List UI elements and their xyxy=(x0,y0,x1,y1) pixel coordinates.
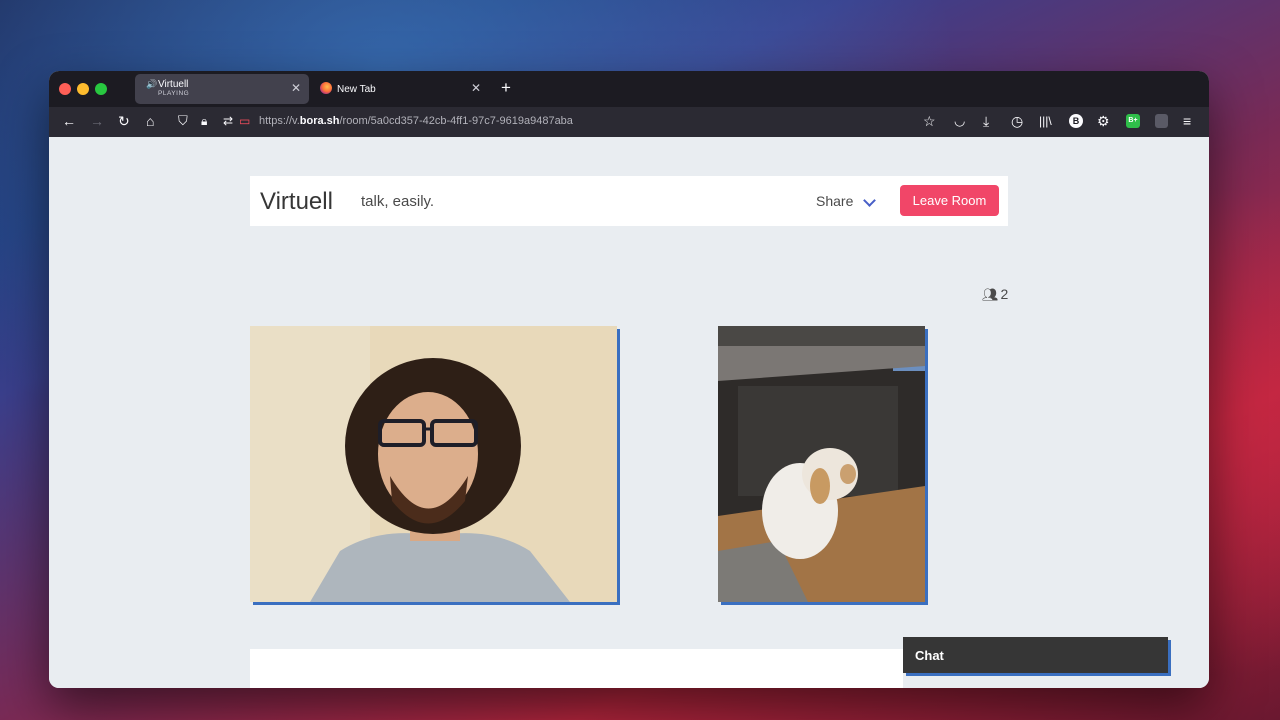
app-header: Virtuell talk, easily. Share Leave Room xyxy=(250,176,1008,226)
close-window-button[interactable] xyxy=(59,83,71,95)
lock-icon[interactable]: 🔒︎ xyxy=(201,113,207,129)
tracking-shield-icon[interactable]: ⛉ xyxy=(178,113,188,129)
zoom-window-button[interactable] xyxy=(95,83,107,95)
tab-title: New Tab xyxy=(337,84,376,95)
permissions-icon[interactable]: ⇄ xyxy=(223,113,233,129)
person-video-frame xyxy=(250,326,617,602)
leave-room-button[interactable]: Leave Room xyxy=(900,185,999,216)
library-icon[interactable]: |||\ xyxy=(1039,113,1052,129)
menu-icon[interactable]: ≡ xyxy=(1183,113,1191,129)
media-sharing-icon[interactable]: ▭ xyxy=(239,113,250,129)
remote-video[interactable] xyxy=(718,326,925,602)
bookmark-star-icon[interactable]: ☆ xyxy=(923,113,936,129)
rabbit-video-frame xyxy=(718,326,925,602)
chat-panel[interactable]: Chat xyxy=(903,637,1168,673)
back-icon[interactable]: ← xyxy=(62,113,76,129)
participant-count: 👥︎ 2 xyxy=(982,286,1008,303)
new-tab-button[interactable]: + xyxy=(501,78,511,98)
gear-icon[interactable]: ⚙ xyxy=(1097,113,1110,129)
close-tab-icon[interactable]: ✕ xyxy=(291,81,301,95)
brand-logo[interactable]: Virtuell xyxy=(260,188,333,216)
share-dropdown[interactable]: Share xyxy=(816,193,853,209)
tab-virtuell[interactable]: 🔊 Virtuell PLAYING ✕ xyxy=(135,74,309,104)
minimize-window-button[interactable] xyxy=(77,83,89,95)
tab-playing-label: PLAYING xyxy=(158,90,190,97)
tab-new-tab[interactable]: New Tab ✕ xyxy=(311,74,489,104)
tab-bar: 🔊 Virtuell PLAYING ✕ New Tab ✕ + xyxy=(49,71,1209,107)
chevron-down-icon[interactable] xyxy=(863,194,876,207)
pocket-icon[interactable]: ◡ xyxy=(954,113,965,129)
tagline: talk, easily. xyxy=(361,193,435,210)
lower-panel xyxy=(250,649,903,688)
forward-icon[interactable]: → xyxy=(90,113,104,129)
page-content: Virtuell talk, easily. Share Leave Room … xyxy=(49,137,1209,688)
local-video[interactable] xyxy=(250,326,617,602)
extension-shield-icon[interactable] xyxy=(1155,114,1168,128)
chat-title[interactable]: Chat xyxy=(915,648,944,663)
url-text[interactable]: https://v.bora.sh/room/5a0cd357-42cb-4ff… xyxy=(259,115,573,127)
browser-window: 🔊 Virtuell PLAYING ✕ New Tab ✕ + ← → ↻ ⌂… xyxy=(49,71,1209,688)
navigation-toolbar: ← → ↻ ⌂ ⛉ 🔒︎ ⇄ ▭ https://v.bora.sh/room/… xyxy=(49,107,1209,137)
tab-title: Virtuell xyxy=(158,79,189,90)
participant-count-value: 2 xyxy=(1000,286,1009,302)
downloads-icon[interactable]: ⤓ xyxy=(983,113,989,129)
home-icon[interactable]: ⌂ xyxy=(146,113,154,129)
speaker-icon[interactable]: 🔊 xyxy=(146,79,157,90)
firefox-icon xyxy=(320,82,332,94)
extension-green-icon[interactable]: B+ xyxy=(1126,114,1140,128)
reload-icon[interactable]: ↻ xyxy=(118,113,130,129)
users-icon: 👥︎ xyxy=(982,287,999,302)
close-tab-icon[interactable]: ✕ xyxy=(471,81,481,95)
extension-b-icon[interactable]: B xyxy=(1069,114,1083,128)
url-bar[interactable]: ⛉ 🔒︎ ⇄ ▭ https://v.bora.sh/room/5a0cd357… xyxy=(169,110,909,134)
history-icon[interactable]: ◷ xyxy=(1011,113,1023,129)
